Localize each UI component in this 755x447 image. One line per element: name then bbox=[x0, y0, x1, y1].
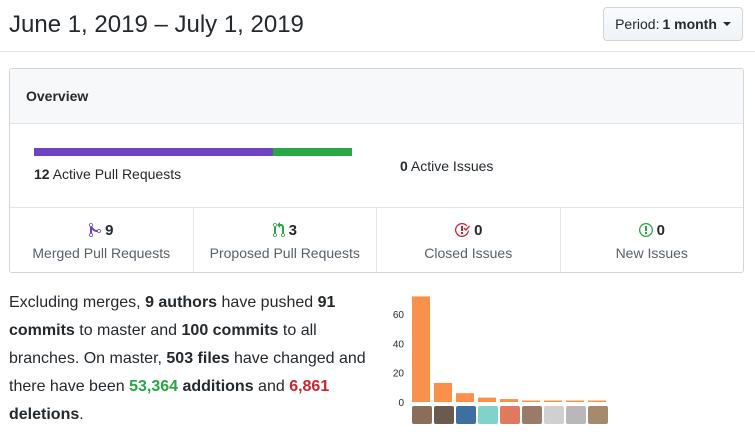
merged-label: Merged Pull Requests bbox=[32, 245, 171, 261]
period-dropdown-button[interactable]: Period: 1 month bbox=[603, 7, 743, 41]
author-commit-bar[interactable] bbox=[434, 382, 452, 402]
author-commit-bar[interactable] bbox=[522, 400, 540, 402]
active-issues-label: Active Issues bbox=[410, 158, 494, 174]
author-avatar[interactable] bbox=[544, 406, 564, 424]
overview-box: Overview 12 Active Pull Requests 0 Activ… bbox=[9, 68, 744, 273]
author-avatars bbox=[412, 406, 608, 424]
page-header: June 1, 2019 – July 1, 2019 Period: 1 mo… bbox=[0, 0, 755, 52]
caret-down-icon bbox=[722, 22, 731, 26]
merged-bar-segment bbox=[34, 148, 273, 156]
git-merge-icon bbox=[89, 222, 102, 238]
proposed-label: Proposed Pull Requests bbox=[209, 245, 360, 261]
overview-title: Overview bbox=[26, 88, 89, 104]
author-commit-bar[interactable] bbox=[566, 400, 584, 402]
stat-proposed-pull-requests[interactable]: 3 Proposed Pull Requests bbox=[194, 208, 377, 272]
closed-label: Closed Issues bbox=[424, 245, 513, 261]
author-avatar[interactable] bbox=[566, 406, 586, 424]
active-pull-requests-label: Active Pull Requests bbox=[52, 166, 182, 182]
y-tick-label: 20 bbox=[393, 369, 405, 380]
proposed-count: 3 bbox=[288, 221, 297, 239]
active-pull-requests-count: 12 bbox=[34, 166, 50, 182]
files-changed-count: 503 files bbox=[166, 350, 230, 367]
issue-opened-icon bbox=[638, 222, 653, 238]
stat-closed-issues[interactable]: 0 Closed Issues bbox=[377, 208, 561, 272]
new-count: 0 bbox=[656, 221, 665, 239]
overview-summary: 12 Active Pull Requests 0 Active Issues bbox=[10, 124, 743, 208]
pull-request-progress-bar[interactable] bbox=[34, 148, 352, 156]
authors-count-link[interactable]: 9 authors bbox=[145, 294, 217, 311]
new-label: New Issues bbox=[615, 245, 688, 261]
author-avatar[interactable] bbox=[478, 406, 498, 424]
summary-text: to master and bbox=[74, 322, 182, 339]
y-tick-label: 0 bbox=[398, 398, 404, 409]
open-bar-segment bbox=[272, 148, 352, 156]
summary-text: . bbox=[79, 406, 84, 423]
period-value: 1 month bbox=[662, 16, 717, 32]
y-tick-label: 40 bbox=[393, 339, 405, 350]
summary-text: Excluding merges, bbox=[9, 294, 146, 311]
author-avatar[interactable] bbox=[456, 406, 476, 424]
overview-stats: 9 Merged Pull Requests 3 Proposed Pull R… bbox=[10, 208, 743, 272]
summary-text: and bbox=[253, 378, 290, 395]
author-commit-bar[interactable] bbox=[500, 399, 518, 402]
all-commits-count: 100 commits bbox=[181, 322, 279, 339]
author-commit-bar[interactable] bbox=[456, 393, 474, 402]
merged-count: 9 bbox=[105, 221, 114, 239]
author-avatar[interactable] bbox=[412, 406, 432, 424]
y-tick-label: 60 bbox=[393, 310, 405, 321]
active-issues-summary[interactable]: 0 Active Issues bbox=[400, 158, 493, 174]
stat-new-issues[interactable]: 0 New Issues bbox=[561, 208, 744, 272]
commit-summary-text: Excluding merges, 9 authors have pushed … bbox=[9, 289, 379, 429]
overview-header: Overview bbox=[10, 69, 743, 124]
closed-count: 0 bbox=[474, 221, 483, 239]
author-commit-bar[interactable] bbox=[544, 400, 562, 402]
period-label: Period: bbox=[615, 16, 660, 32]
active-pull-requests-summary[interactable]: 12 Active Pull Requests bbox=[34, 166, 181, 182]
author-avatar[interactable] bbox=[588, 406, 608, 424]
author-avatar[interactable] bbox=[500, 406, 520, 424]
git-pull-request-icon bbox=[272, 222, 285, 238]
stat-merged-pull-requests[interactable]: 9 Merged Pull Requests bbox=[10, 208, 194, 272]
additions-count: 53,364 bbox=[129, 378, 179, 395]
author-commit-bar[interactable] bbox=[478, 397, 496, 402]
deletions-count: 6,861 bbox=[289, 378, 330, 395]
author-avatar[interactable] bbox=[434, 406, 454, 424]
issue-closed-icon bbox=[454, 222, 471, 238]
date-range-title: June 1, 2019 – July 1, 2019 bbox=[9, 11, 304, 38]
summary-text: have pushed bbox=[217, 294, 318, 311]
active-issues-count: 0 bbox=[400, 158, 408, 174]
additions-label: additions bbox=[178, 378, 254, 395]
author-commit-bar[interactable] bbox=[588, 400, 606, 402]
author-commit-bar[interactable] bbox=[412, 296, 430, 402]
author-avatar[interactable] bbox=[522, 406, 542, 424]
deletions-label: deletions bbox=[9, 406, 80, 423]
